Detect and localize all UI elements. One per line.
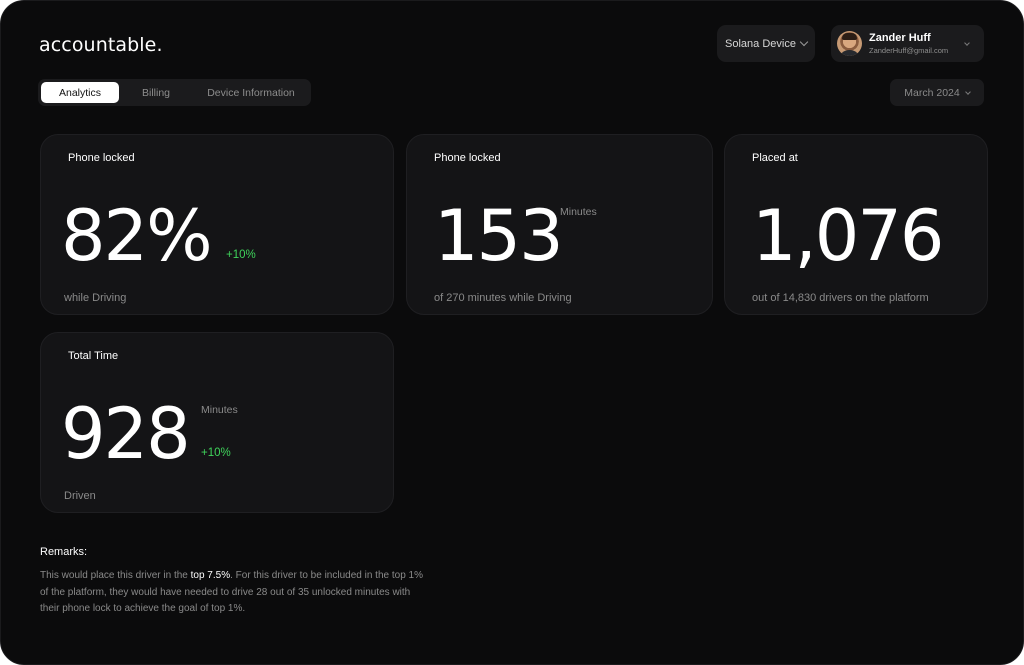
stat-card-total-time: Total Time 928 Minutes +10% Driven	[40, 332, 394, 513]
remarks-text: This would place this driver in the top …	[40, 568, 430, 618]
card-value: 153	[434, 195, 564, 277]
card-subtitle: of 270 minutes while Driving	[434, 292, 572, 304]
card-title: Placed at	[752, 152, 798, 164]
user-menu[interactable]: Zander Huff ZanderHuff@gmail.com	[831, 25, 984, 62]
remarks-title: Remarks:	[40, 546, 88, 558]
user-name: Zander Huff	[869, 32, 931, 44]
tab-bar: Analytics Billing Device Information	[38, 79, 311, 106]
avatar	[837, 31, 862, 56]
card-subtitle: Driven	[64, 490, 96, 502]
card-value: 82%	[61, 195, 213, 277]
chevron-down-icon	[964, 88, 971, 95]
device-select[interactable]: Solana Device	[717, 25, 815, 62]
app-window: accountable. Solana Device Zander Huff Z…	[0, 0, 1024, 665]
card-value: 928	[61, 393, 191, 475]
chevron-down-icon	[964, 40, 970, 46]
card-title: Total Time	[68, 350, 119, 362]
month-select[interactable]: March 2024	[890, 79, 984, 106]
user-email: ZanderHuff@gmail.com	[869, 46, 949, 55]
remarks-highlight: top 7.5%	[190, 570, 231, 581]
stat-card-phone-locked-percent: Phone locked 82% +10% while Driving	[40, 134, 394, 315]
card-delta: +10%	[226, 249, 256, 261]
remarks-text-start: This would place this driver in the	[40, 570, 191, 581]
app-logo: accountable.	[39, 34, 163, 56]
card-delta: +10%	[201, 447, 231, 459]
card-unit: Minutes	[560, 206, 597, 218]
month-select-label: March 2024	[904, 86, 960, 99]
card-subtitle: out of 14,830 drivers on the platform	[752, 292, 929, 304]
card-unit: Minutes	[201, 404, 238, 416]
card-value: 1,076	[752, 195, 944, 277]
tab-device-information[interactable]: Device Information	[195, 82, 307, 103]
card-title: Phone locked	[68, 152, 135, 164]
stat-card-placed-at: Placed at 1,076 out of 14,830 drivers on…	[724, 134, 988, 315]
tab-analytics[interactable]: Analytics	[41, 82, 119, 103]
card-subtitle: while Driving	[64, 292, 127, 304]
device-select-label: Solana Device	[725, 37, 796, 50]
stat-card-phone-locked-minutes: Phone locked 153 Minutes of 270 minutes …	[406, 134, 713, 315]
card-title: Phone locked	[434, 152, 501, 164]
tab-billing[interactable]: Billing	[124, 82, 188, 103]
chevron-down-icon	[799, 37, 809, 47]
